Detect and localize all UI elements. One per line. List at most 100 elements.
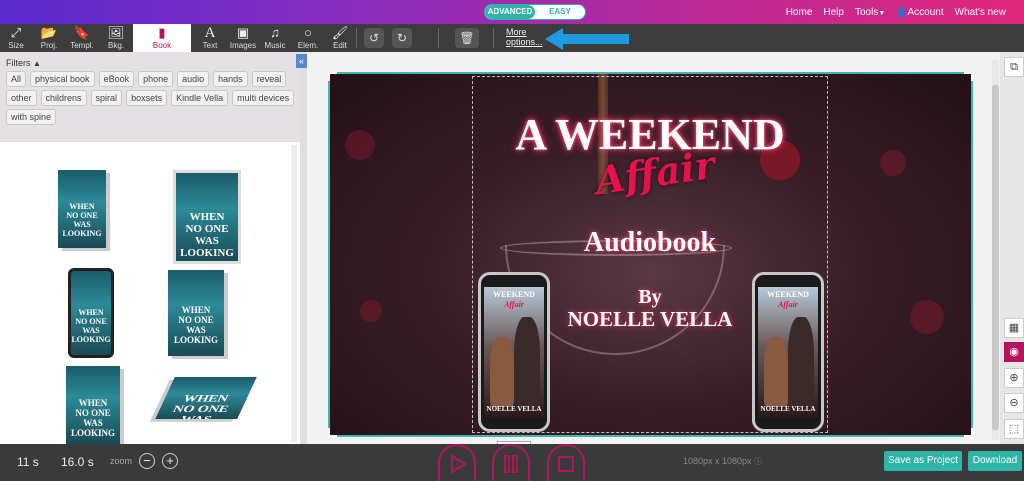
bokeh-light <box>910 300 944 334</box>
mockup-cover-text: WAS <box>155 415 239 419</box>
mockup-cover: WHENNO ONEWASLOOKING <box>168 270 224 356</box>
mockup-cover-text: LOOKING <box>71 335 111 344</box>
mockup-cover-text: WAS <box>186 325 206 335</box>
text-icon: A <box>204 25 216 41</box>
mockup-cover-text: LOOKING <box>180 247 234 259</box>
nav-tools[interactable]: Tools▼ <box>855 7 885 18</box>
filter-chip[interactable]: childrens <box>40 90 87 106</box>
filter-chip[interactable]: boxsets <box>126 90 168 106</box>
tool-music-label: Music <box>264 41 286 50</box>
grid-icon: ▦ <box>1008 322 1020 334</box>
nav-whats-new[interactable]: What's new <box>955 7 1006 18</box>
tool-book[interactable]: ▮ Book <box>133 24 191 52</box>
selection-handle[interactable] <box>964 72 973 81</box>
tool-images[interactable]: ▣ Images <box>228 24 258 52</box>
tool-size[interactable]: ⤢ Size <box>4 24 28 52</box>
redo-button[interactable]: ↻ <box>392 28 412 48</box>
resolution-text: 1080px x 1080px <box>683 456 752 466</box>
undo-button[interactable]: ↺ <box>364 28 384 48</box>
layers-button[interactable]: ⧉ <box>1004 57 1024 77</box>
tool-edit[interactable]: 🖌 Edit <box>328 24 352 52</box>
filter-chip[interactable]: Kindle Vella <box>171 90 229 106</box>
tool-elements[interactable]: ○ Elem. <box>294 24 322 52</box>
info-icon[interactable]: ⓘ <box>754 457 762 466</box>
nav-home[interactable]: Home <box>786 7 813 18</box>
download-button[interactable]: Download <box>968 451 1022 471</box>
tool-project[interactable]: 📂 Proj. <box>36 24 62 52</box>
selection-handle[interactable] <box>964 428 973 437</box>
tool-text[interactable]: A Text <box>197 24 223 52</box>
total-duration[interactable]: 16.0 s <box>61 455 94 469</box>
selection-handle[interactable] <box>328 72 337 81</box>
phone-mockup-left[interactable]: WEEKEND Affair NOELLE VELLA <box>478 272 550 432</box>
delete-button[interactable]: 🗑 <box>455 28 479 48</box>
phone-mockup-right[interactable]: WEEKEND Affair NOELLE VELLA <box>752 272 824 432</box>
timeline-zoom-in-button[interactable]: + <box>162 453 178 469</box>
cube-icon: ⬚ <box>1008 423 1020 435</box>
mode-easy[interactable]: EASY <box>535 5 585 19</box>
mockup-cover-text: NO ONE <box>75 408 111 418</box>
filter-chip[interactable]: with spine <box>6 109 57 125</box>
toolbar-divider <box>356 28 357 48</box>
grid-button[interactable]: ▦ <box>1004 318 1024 338</box>
resolution-info: 1080px x 1080px ⓘ <box>683 456 762 467</box>
save-as-project-button[interactable]: Save as Project <box>884 451 962 471</box>
filter-chip[interactable]: physical book <box>30 71 95 87</box>
filters-toggle[interactable]: Filters ▲ <box>6 58 294 68</box>
filter-chip[interactable]: spiral <box>90 90 123 106</box>
filter-chip[interactable]: reveal <box>251 71 287 87</box>
more-options-link[interactable]: More options... <box>506 27 548 47</box>
pause-button[interactable] <box>492 444 530 481</box>
mode-advanced[interactable]: ADVANCED <box>485 5 535 19</box>
filter-chip[interactable]: other <box>6 90 37 106</box>
filter-chip[interactable]: hands <box>213 71 248 87</box>
filters-section: Filters ▲ All physical book eBook phone audi… <box>0 52 300 142</box>
zoom-in-button[interactable]: ⊕ <box>1004 368 1024 388</box>
filter-chip[interactable]: multi devices <box>232 90 295 106</box>
mockup-thumbnail[interactable]: WHENNO ONEWASLOOKING <box>58 170 106 248</box>
mockup-cover-text: WHEN <box>78 308 104 317</box>
mockup-cover-text: NO ONE <box>185 223 229 235</box>
collapse-panel-button[interactable]: « <box>296 54 307 68</box>
tool-background-label: Bkg. <box>107 41 124 50</box>
canvas-scrollbar[interactable] <box>992 60 999 440</box>
minus-icon: − <box>143 453 151 468</box>
mockup-thumbnail[interactable]: WHENNO ONEWASLOOKING <box>66 366 120 444</box>
play-icon <box>451 454 467 474</box>
tool-project-label: Proj. <box>40 41 58 50</box>
phone-author: NOELLE VELLA <box>486 405 542 413</box>
selection-handle[interactable] <box>328 428 337 437</box>
nav-help[interactable]: Help <box>823 7 844 18</box>
stop-button[interactable] <box>547 444 585 481</box>
filter-chip[interactable]: phone <box>138 71 174 87</box>
toolbar-divider <box>438 28 439 48</box>
top-nav: Home Help Tools▼ 👤Account What's new <box>786 0 1006 24</box>
tool-templates[interactable]: 🔖 Templ. <box>67 24 97 52</box>
filter-chip[interactable]: audio <box>177 71 210 87</box>
mockup-cover-text: WAS <box>83 418 103 428</box>
mockup-cover-text: NO ONE <box>66 211 98 220</box>
timeline-zoom-out-button[interactable]: − <box>139 453 155 469</box>
nav-account[interactable]: 👤Account <box>896 7 943 18</box>
mockup-thumbnail[interactable]: WHENNO ONEWASLOOKING <box>68 268 114 358</box>
folder-icon: 📂 <box>40 25 58 40</box>
mockup-thumbnail[interactable]: WHENNO ONEWASLOOKING <box>155 368 257 428</box>
tool-background[interactable]: 🖼 Bkg. <box>102 24 130 52</box>
filter-chip[interactable]: eBook <box>98 71 135 87</box>
preview-button[interactable]: ◉ <box>1004 342 1024 362</box>
filter-chip[interactable]: All <box>6 71 27 87</box>
left-panel-scrollbar[interactable] <box>291 145 297 442</box>
mockup-cover-text: WHEN <box>189 211 225 223</box>
play-button[interactable] <box>438 444 476 481</box>
canvas-scroll-thumb[interactable] <box>992 85 999 430</box>
3d-box-button[interactable]: ⬚ <box>1004 419 1024 439</box>
zoom-in-icon: ⊕ <box>1009 372 1019 384</box>
mockup-thumbnail[interactable]: WHENNO ONEWASLOOKING <box>168 270 224 356</box>
zoom-out-button[interactable]: ⊖ <box>1004 393 1024 413</box>
mockup-thumbnail[interactable]: WHENNO ONEWASLOOKING <box>173 170 241 264</box>
mode-toggle[interactable]: ADVANCED EASY <box>484 4 586 20</box>
mockup-cover: WHENNO ONEWASLOOKING <box>155 377 257 419</box>
cover-title-line3[interactable]: Audiobook <box>472 228 828 258</box>
tool-music[interactable]: ♫ Music <box>262 24 288 52</box>
filter-chips: All physical book eBook phone audio hands reve… <box>6 71 296 125</box>
